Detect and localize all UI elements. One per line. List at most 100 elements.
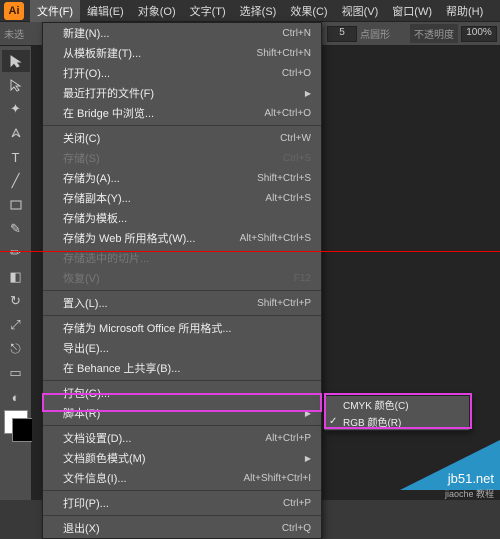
file-menu-item-6[interactable]: 关闭(C)Ctrl+W (43, 128, 321, 148)
width-tool[interactable]: ⎋ (2, 338, 30, 360)
menu-item-label: 存储为模板... (63, 210, 311, 226)
submenu-arrow-icon: ▶ (305, 454, 311, 463)
unselected-label: 未选 (4, 26, 24, 41)
menu-separator (43, 425, 321, 426)
file-menu-item-19[interactable]: 在 Behance 上共享(B)... (43, 358, 321, 378)
file-menu-dropdown: 新建(N)...Ctrl+N从模板新建(T)...Shift+Ctrl+N打开(… (42, 22, 322, 539)
file-menu-item-13: 恢复(V)F12 (43, 268, 321, 288)
file-menu-item-30[interactable]: 退出(X)Ctrl+Q (43, 518, 321, 538)
menu-对象[interactable]: 对象(O) (131, 0, 183, 22)
file-menu-item-2[interactable]: 打开(O)...Ctrl+O (43, 63, 321, 83)
brush-size-input[interactable]: 5 (327, 26, 357, 42)
menu-item-label: 新建(N)... (63, 25, 282, 41)
paintbrush-tool[interactable]: ✎ (2, 218, 30, 240)
menu-窗口[interactable]: 窗口(W) (385, 0, 439, 22)
menu-item-label: 导出(E)... (63, 340, 311, 356)
menu-item-shortcut: F12 (294, 273, 311, 284)
menu-item-shortcut: Alt+Shift+Ctrl+S (240, 233, 311, 244)
opacity-label: 不透明度 (410, 24, 458, 43)
menu-separator (43, 290, 321, 291)
menu-item-label: 置入(L)... (63, 295, 257, 311)
file-menu-item-15[interactable]: 置入(L)...Shift+Ctrl+P (43, 293, 321, 313)
eraser-tool[interactable]: ◧ (2, 266, 30, 288)
file-menu-item-0[interactable]: 新建(N)...Ctrl+N (43, 23, 321, 43)
menu-帮助[interactable]: 帮助(H) (439, 0, 490, 22)
submenu-arrow-icon: ▶ (305, 409, 311, 418)
annotation-red-line (0, 251, 500, 252)
file-menu-item-22[interactable]: 脚本(R) ▶ (43, 403, 321, 423)
menu-item-label: 最近打开的文件(F) (63, 85, 299, 101)
menu-item-shortcut: Ctrl+S (283, 153, 311, 164)
file-menu-item-8[interactable]: 存储为(A)...Shift+Ctrl+S (43, 168, 321, 188)
color-mode-label: RGB 颜色(R) (343, 414, 401, 429)
rotate-tool[interactable]: ↻ (2, 290, 30, 312)
menu-item-shortcut: Alt+Ctrl+O (264, 108, 311, 119)
color-mode-option-0[interactable]: CMYK 颜色(C) (325, 396, 469, 413)
check-icon: ✓ (329, 416, 337, 427)
menu-item-shortcut: Alt+Ctrl+S (265, 193, 311, 204)
pen-tool[interactable] (2, 122, 30, 144)
file-menu-item-4[interactable]: 在 Bridge 中浏览...Alt+Ctrl+O (43, 103, 321, 123)
file-menu-item-1[interactable]: 从模板新建(T)...Shift+Ctrl+N (43, 43, 321, 63)
selection-tool[interactable] (2, 50, 30, 72)
file-menu-item-10[interactable]: 存储为模板... (43, 208, 321, 228)
menu-item-label: 打包(G)... (63, 385, 311, 401)
color-mode-option-1[interactable]: ✓ RGB 颜色(R) (325, 413, 469, 430)
menu-item-label: 存储为 Microsoft Office 所用格式... (63, 320, 311, 336)
direct-selection-tool[interactable] (2, 74, 30, 96)
file-menu-item-11[interactable]: 存储为 Web 所用格式(W)...Alt+Shift+Ctrl+S (43, 228, 321, 248)
menu-item-label: 存储副本(Y)... (63, 190, 265, 206)
file-menu-item-7: 存储(S)Ctrl+S (43, 148, 321, 168)
submenu-arrow-icon: ▶ (305, 89, 311, 98)
menu-item-label: 打开(O)... (63, 65, 282, 81)
menu-选择[interactable]: 选择(S) (233, 0, 284, 22)
free-transform-tool[interactable]: ▭ (2, 362, 30, 384)
menu-编辑[interactable]: 编辑(E) (80, 0, 131, 22)
menu-item-shortcut: Shift+Ctrl+P (257, 298, 311, 309)
menu-视图[interactable]: 视图(V) (335, 0, 386, 22)
magic-wand-tool[interactable]: ✦ (2, 98, 30, 120)
file-menu-item-21[interactable]: 打包(G)... (43, 383, 321, 403)
menu-item-label: 存储为(A)... (63, 170, 257, 186)
menu-效果[interactable]: 效果(C) (283, 0, 334, 22)
menu-item-label: 在 Behance 上共享(B)... (63, 360, 311, 376)
menu-item-shortcut: Alt+Shift+Ctrl+I (243, 473, 311, 484)
shape-builder-tool[interactable]: ◐ (2, 386, 30, 408)
rectangle-tool[interactable] (2, 194, 30, 216)
line-tool[interactable]: ╱ (2, 170, 30, 192)
type-tool[interactable]: T (2, 146, 30, 168)
menu-separator (43, 490, 321, 491)
file-menu-item-24[interactable]: 文档设置(D)...Alt+Ctrl+P (43, 428, 321, 448)
file-menu-item-26[interactable]: 文件信息(I)...Alt+Shift+Ctrl+I (43, 468, 321, 488)
file-menu-item-17[interactable]: 存储为 Microsoft Office 所用格式... (43, 318, 321, 338)
menu-item-label: 打印(P)... (63, 495, 283, 511)
menu-item-label: 脚本(R) (63, 405, 299, 421)
file-menu-item-28[interactable]: 打印(P)...Ctrl+P (43, 493, 321, 513)
menu-item-shortcut: Ctrl+N (282, 28, 311, 39)
menu-item-shortcut: Alt+Ctrl+P (265, 433, 311, 444)
file-menu-item-9[interactable]: 存储副本(Y)...Alt+Ctrl+S (43, 188, 321, 208)
menu-item-shortcut: Ctrl+W (280, 133, 311, 144)
file-menu-item-3[interactable]: 最近打开的文件(F) ▶ (43, 83, 321, 103)
opacity-input[interactable]: 100% (461, 26, 497, 42)
file-menu-item-18[interactable]: 导出(E)... (43, 338, 321, 358)
watermark: jb51.net jiaoche 教程 (370, 430, 500, 490)
menu-文字[interactable]: 文字(T) (183, 0, 233, 22)
menu-item-label: 从模板新建(T)... (63, 45, 257, 61)
pencil-tool[interactable]: ✏ (2, 242, 30, 264)
scale-tool[interactable]: ⤢ (2, 314, 30, 336)
watermark-text: jb51.net (448, 471, 494, 486)
menu-item-label: 恢复(V) (63, 270, 294, 286)
watermark-sub: jiaoche 教程 (445, 487, 494, 500)
menu-item-shortcut: Ctrl+Q (282, 523, 311, 534)
menu-item-label: 文件信息(I)... (63, 470, 243, 486)
color-mode-submenu: CMYK 颜色(C) ✓ RGB 颜色(R) (324, 395, 470, 431)
menu-item-label: 文档设置(D)... (63, 430, 265, 446)
menu-文件[interactable]: 文件(F) (30, 0, 80, 22)
file-menu-item-25[interactable]: 文档颜色模式(M)▶ (43, 448, 321, 468)
menu-item-label: 存储(S) (63, 150, 283, 166)
color-mode-label: CMYK 颜色(C) (343, 397, 409, 412)
menu-item-label: 存储选中的切片... (63, 250, 311, 266)
menu-item-shortcut: Ctrl+O (282, 68, 311, 79)
menu-item-shortcut: Shift+Ctrl+S (257, 173, 311, 184)
